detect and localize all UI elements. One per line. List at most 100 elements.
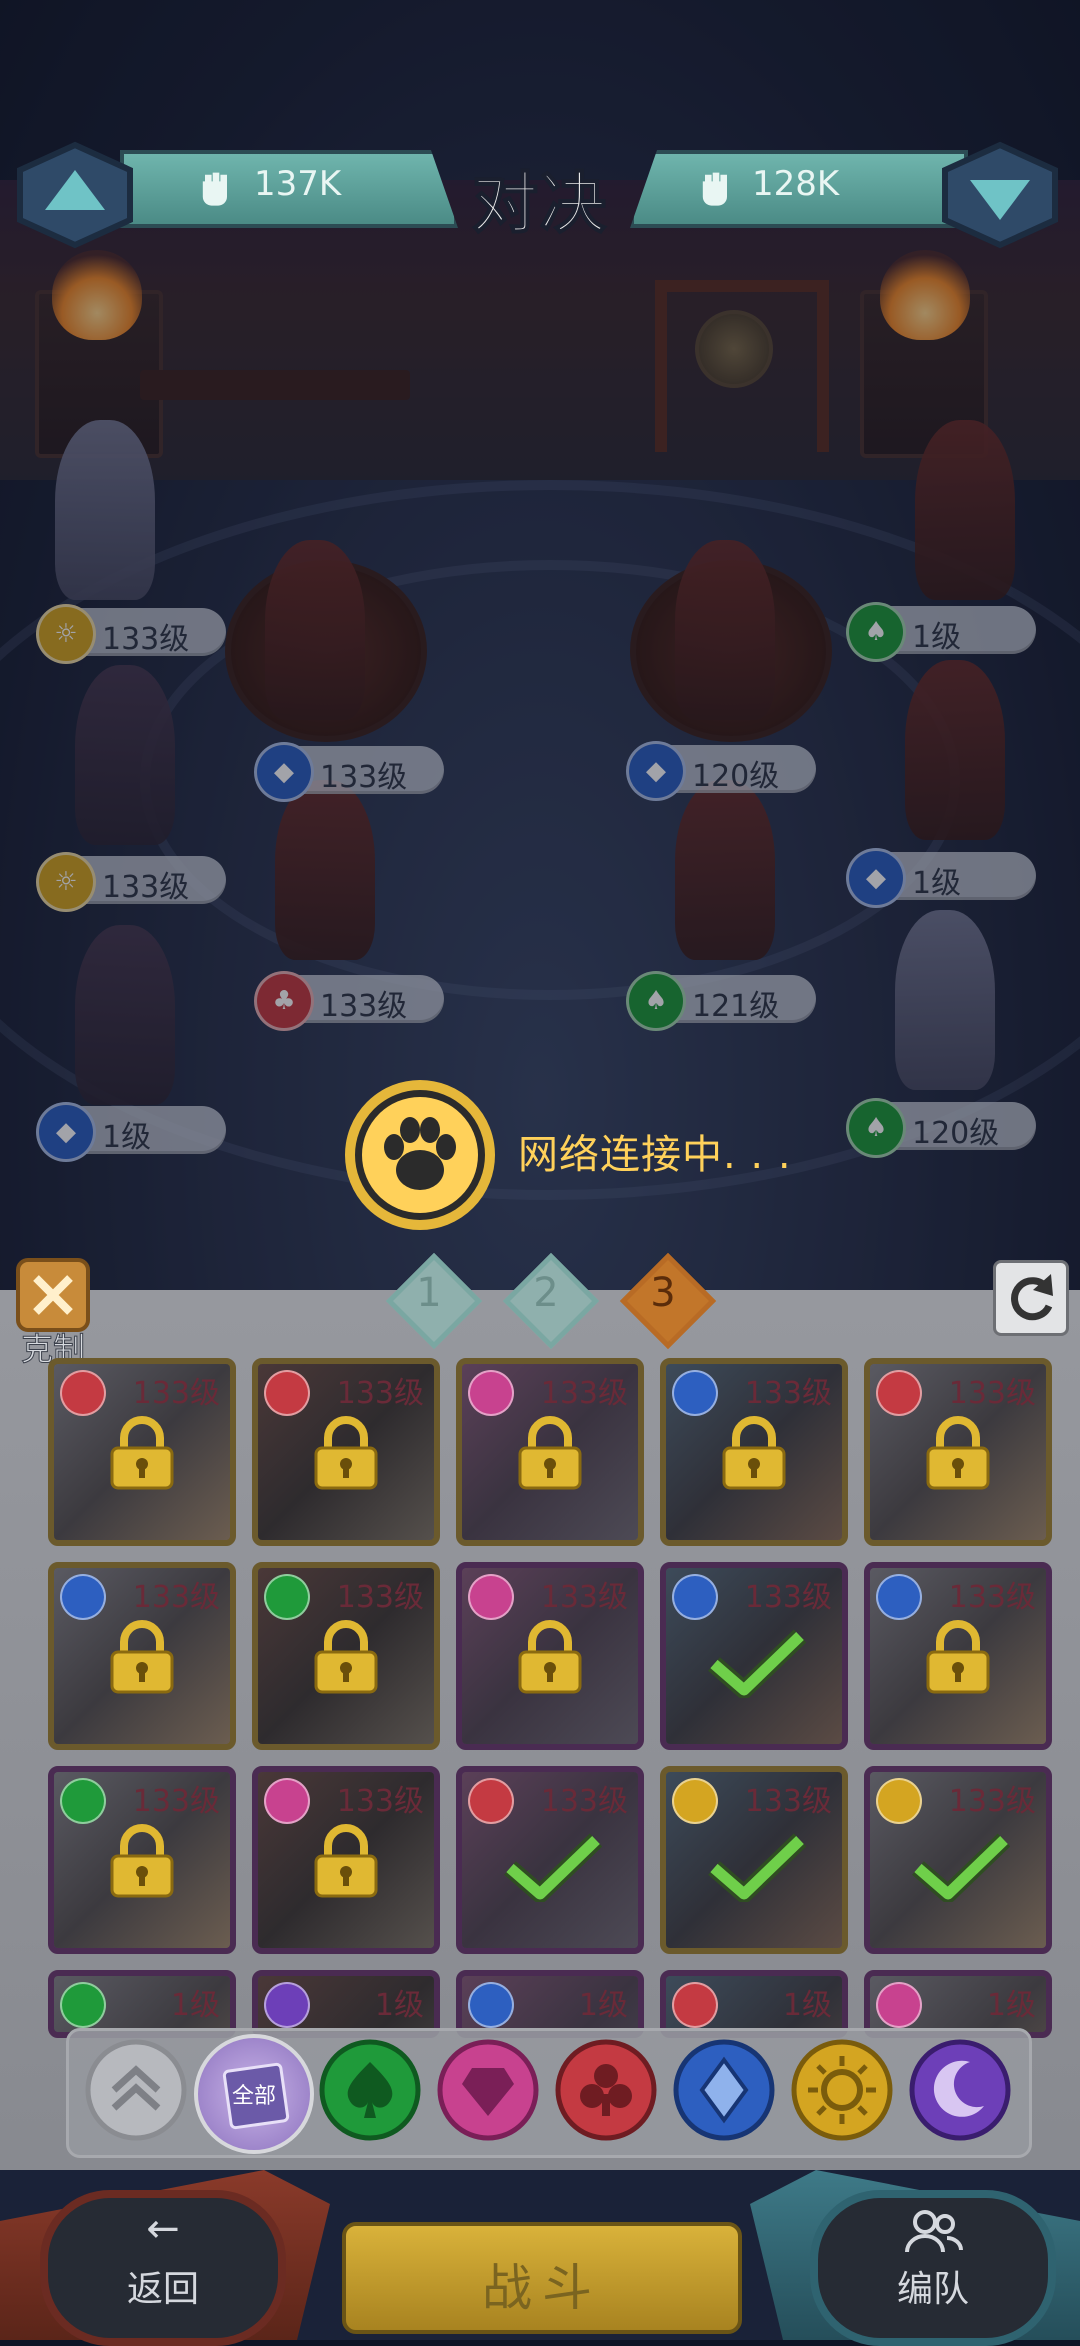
diamond-element-icon: ◆ — [254, 742, 314, 802]
team-emblem-icon — [942, 141, 1058, 249]
hero-card[interactable]: 133级 — [864, 1562, 1052, 1750]
hero-card-level: 133级 — [540, 1784, 628, 1819]
checkmark-icon — [912, 1833, 1010, 1902]
back-arrow-icon: ← — [146, 2206, 180, 2252]
hero-card[interactable]: 133级 — [252, 1766, 440, 1954]
sun-element-icon: ☼ — [36, 852, 96, 912]
tab-1-label: 1 — [416, 1270, 442, 1316]
hero-level: 133级 — [102, 622, 190, 657]
hero-sprite[interactable] — [880, 410, 1050, 610]
hero-level-pill: ♠ 120级 — [846, 1098, 1036, 1158]
hero-card[interactable]: 133级 — [660, 1562, 848, 1750]
hero-card-level: 133级 — [540, 1376, 628, 1411]
hero-card[interactable]: 133级 — [48, 1358, 236, 1546]
hero-card-level: 1级 — [578, 1988, 628, 2023]
hero-card-level: 133级 — [132, 1580, 220, 1615]
battle-arena: ☼ 133级 ☼ 133级 ◆ 1级 ◆ 133级 ♣ 133级 ♠ 1级 ◆ … — [0, 0, 1080, 1290]
lock-icon — [314, 1416, 378, 1490]
hero-card[interactable]: 133级 — [456, 1766, 644, 1954]
collapse-up-icon[interactable] — [84, 2038, 188, 2142]
club-element-icon — [876, 1370, 922, 1416]
filter-all-button[interactable]: 全部 — [194, 2034, 314, 2154]
hero-card-level: 133级 — [132, 1784, 220, 1819]
moon-filter-icon[interactable] — [908, 2038, 1012, 2142]
hero-card-level: 1级 — [986, 1988, 1036, 2023]
club-element-icon — [60, 1370, 106, 1416]
hero-sprite[interactable] — [240, 770, 410, 970]
hero-card-level: 133级 — [540, 1580, 628, 1615]
diamond-filter-icon[interactable] — [672, 2038, 776, 2142]
hero-level-pill: ◆ 120级 — [626, 741, 816, 801]
diamond-element-icon: ◆ — [626, 741, 686, 801]
hero-level: 1级 — [102, 1120, 152, 1155]
hero-level: 133级 — [320, 989, 408, 1024]
hero-sprite[interactable] — [870, 650, 1040, 850]
sun-filter-icon[interactable] — [790, 2038, 894, 2142]
team-emblem-icon — [17, 141, 133, 249]
fire-left — [52, 250, 142, 340]
hero-card[interactable]: 133级 — [456, 1562, 644, 1750]
hero-card[interactable]: 133级 — [864, 1766, 1052, 1954]
diamond-element-icon — [468, 1982, 514, 2028]
hero-card[interactable]: 133级 — [660, 1766, 848, 1954]
hero-card[interactable]: 133级 — [456, 1358, 644, 1546]
hero-level: 120级 — [692, 759, 780, 794]
sun-element-icon — [876, 1778, 922, 1824]
bench — [140, 370, 410, 400]
checkmark-icon — [504, 1833, 602, 1902]
checkmark-icon — [708, 1629, 806, 1698]
heart-filter-icon[interactable] — [436, 2038, 540, 2142]
counter-button[interactable]: 克制 — [10, 1258, 96, 1369]
club-element-icon — [264, 1370, 310, 1416]
fire-right — [880, 250, 970, 340]
hero-sprite[interactable] — [640, 530, 810, 730]
hero-card[interactable]: 133级 — [252, 1562, 440, 1750]
heart-element-icon — [876, 1982, 922, 2028]
team-formation-button[interactable]: 编队 — [810, 2190, 1056, 2346]
paw-loading-icon — [345, 1080, 495, 1230]
hero-sprite[interactable] — [860, 900, 1030, 1100]
diamond-element-icon — [876, 1574, 922, 1620]
right-power-value: 128K — [752, 164, 840, 204]
spade-filter-icon[interactable] — [318, 2038, 422, 2142]
hero-sprite[interactable] — [40, 655, 210, 855]
hero-sprite[interactable] — [230, 530, 400, 730]
tab-2-label: 2 — [533, 1270, 559, 1316]
hero-card-level: 1级 — [782, 1988, 832, 2023]
club-filter-icon[interactable] — [554, 2038, 658, 2142]
hero-card-level: 133级 — [336, 1784, 424, 1819]
lock-icon — [314, 1824, 378, 1898]
hero-level-pill: ♠ 1级 — [846, 602, 1036, 662]
hero-level-pill: ◆ 1级 — [846, 848, 1036, 908]
spade-element-icon: ♠ — [846, 1098, 906, 1158]
lock-icon — [722, 1416, 786, 1490]
lock-icon — [926, 1620, 990, 1694]
refresh-button[interactable] — [993, 1260, 1069, 1336]
hero-card[interactable]: 133级 — [48, 1562, 236, 1750]
checkmark-icon — [708, 1833, 806, 1902]
hero-sprite[interactable] — [40, 915, 210, 1115]
spade-element-icon — [264, 1574, 310, 1620]
hero-card[interactable]: 133级 — [48, 1766, 236, 1954]
hero-card[interactable]: 133级 — [864, 1358, 1052, 1546]
hero-card[interactable]: 133级 — [252, 1358, 440, 1546]
hero-level-pill: ◆ 133级 — [254, 742, 444, 802]
back-button[interactable]: ← 返回 — [40, 2190, 286, 2346]
hero-level: 1级 — [912, 866, 962, 901]
hero-sprite[interactable] — [640, 770, 810, 970]
hero-card-level: 133级 — [948, 1376, 1036, 1411]
hero-card-level: 133级 — [744, 1580, 832, 1615]
sun-element-icon: ☼ — [36, 604, 96, 664]
fight-button[interactable]: 战斗 — [342, 2222, 742, 2334]
hero-card[interactable]: 133级 — [660, 1358, 848, 1546]
hero-sprite[interactable] — [20, 410, 190, 610]
duel-title: 对决 — [471, 164, 608, 243]
hero-card-level: 1级 — [374, 1988, 424, 2023]
lock-icon — [926, 1416, 990, 1490]
diamond-element-icon: ◆ — [36, 1102, 96, 1162]
diamond-element-icon — [60, 1574, 106, 1620]
spade-element-icon: ♠ — [846, 602, 906, 662]
hero-card-level: 133级 — [744, 1376, 832, 1411]
heart-element-icon — [264, 1778, 310, 1824]
hero-card-level: 1级 — [170, 1988, 220, 2023]
